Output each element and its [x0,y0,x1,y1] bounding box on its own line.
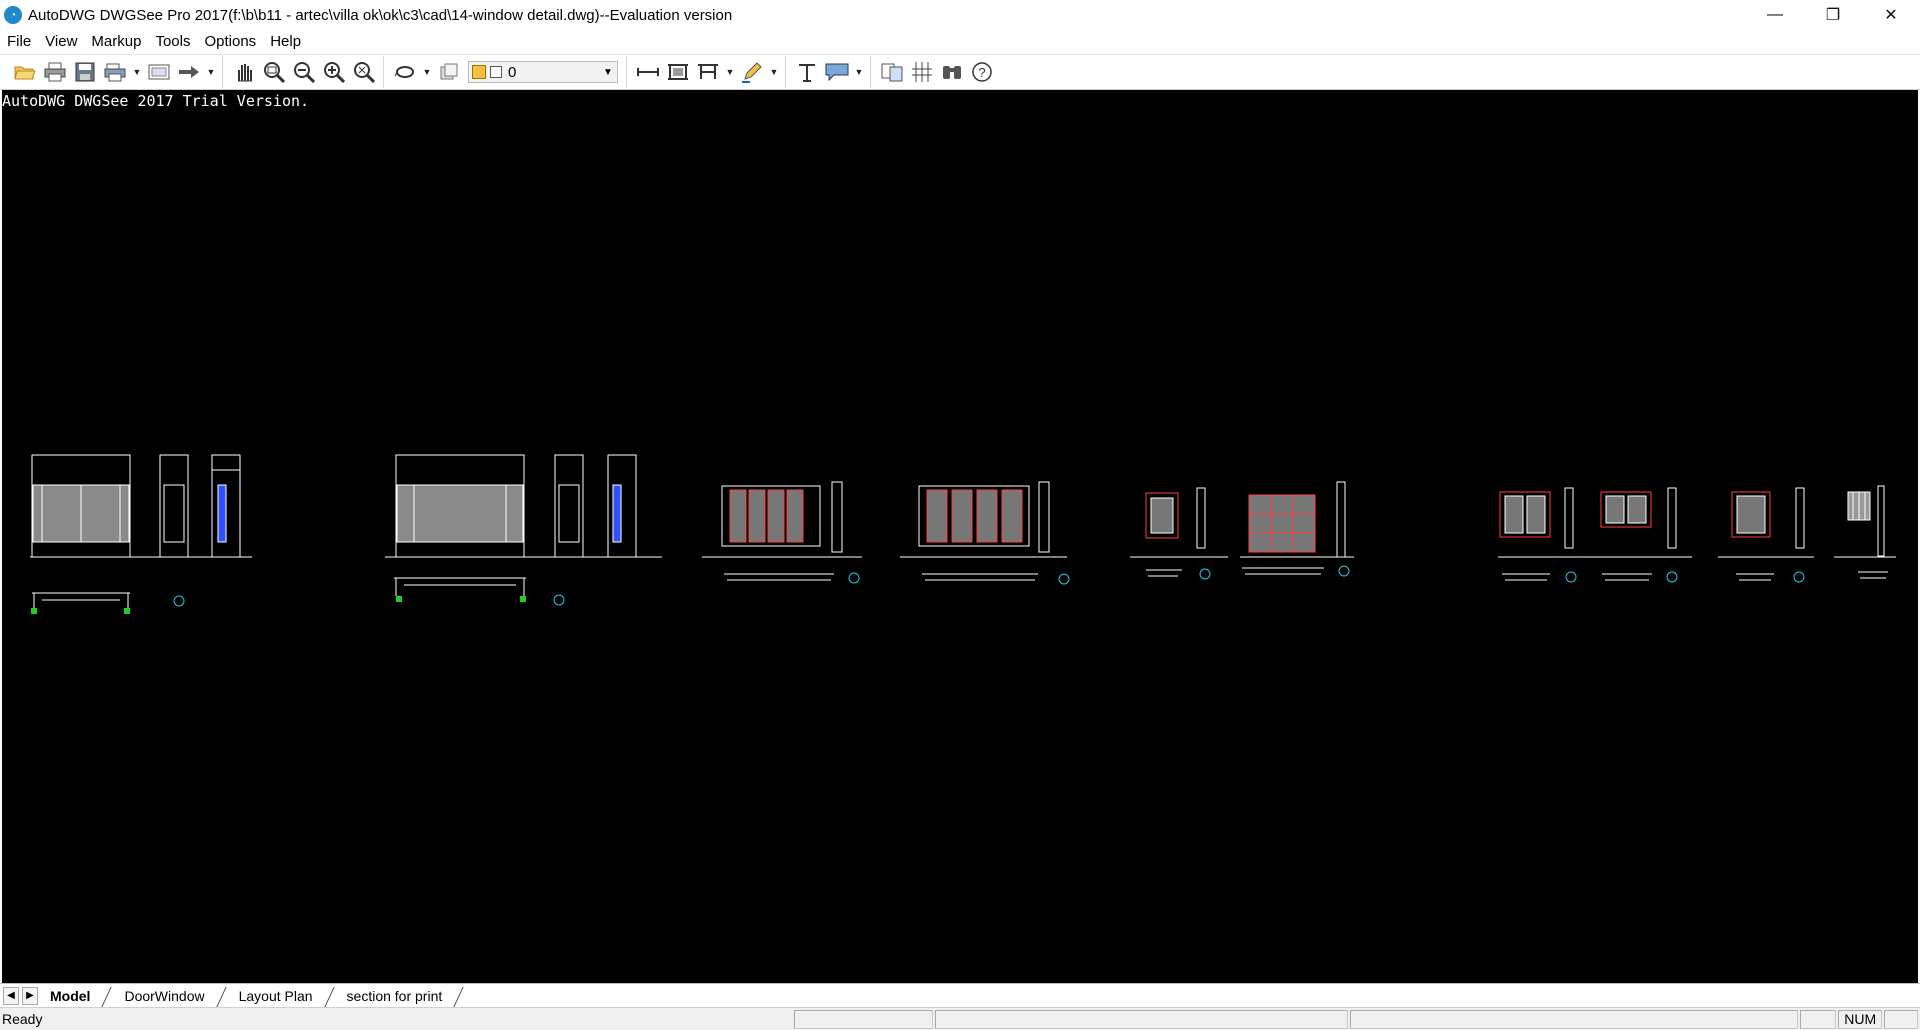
dwgsee-app-icon[interactable]: ◔ [4,6,22,24]
status-pane [1800,1009,1837,1029]
callout-icon[interactable] [822,57,852,87]
open-icon[interactable] [10,57,40,87]
window-controls: — ❐ ✕ [1746,0,1920,30]
export-icon[interactable] [174,57,204,87]
layer-select[interactable]: 0 ▼ [468,61,618,83]
status-pane [1884,1009,1919,1029]
markup-pen-icon[interactable] [737,57,767,87]
file-tool-group: ▼ ▼ [10,56,223,88]
callout-dropdown-icon[interactable]: ▼ [852,57,866,87]
batch-print-icon[interactable] [100,57,130,87]
batch-print-dropdown-icon[interactable]: ▼ [130,57,144,87]
menu-options[interactable]: Options [197,30,263,54]
drawing-canvas[interactable]: AutoDWG DWGSee 2017 Trial Version. [2,90,1918,983]
misc-tool-group: ? [877,56,1001,88]
help-icon[interactable]: ? [967,57,997,87]
tab-doorwindow[interactable]: DoorWindow [112,985,216,1007]
menu-markup[interactable]: Markup [84,30,148,54]
toolbar: ▼ ▼ ▼ 0 ▼ ▼ ▼ ▼ ? [0,54,1920,90]
menu-file[interactable]: File [0,30,38,54]
layer-icon[interactable] [434,57,464,87]
page-setup-icon[interactable] [144,57,174,87]
hatch-icon[interactable] [907,57,937,87]
close-button[interactable]: ✕ [1862,0,1920,30]
status-bar: Ready NUM [0,1007,1920,1030]
layer-tool-group: ▼ 0 ▼ [390,56,627,88]
tab-model[interactable]: Model [38,985,102,1007]
num-lock-indicator: NUM [1838,1009,1883,1029]
export-dropdown-icon[interactable]: ▼ [204,57,218,87]
layer-value: 0 [508,63,517,81]
window-detail-3 [702,481,862,584]
status-pane [935,1009,1348,1029]
zoom-out-icon[interactable] [289,57,319,87]
tab-separator [217,985,227,1007]
window-detail-8 [1718,487,1814,583]
menu-view[interactable]: View [38,30,84,54]
tab-next-button[interactable]: ▶ [22,986,38,1005]
window-detail-4 [900,481,1070,585]
annotate-tool-group: ▼ [792,56,871,88]
tab-prev-button[interactable]: ◀ [3,986,19,1005]
svg-text:?: ? [978,65,985,80]
status-text: Ready [2,1011,43,1027]
print-icon[interactable] [40,57,70,87]
tab-separator [325,985,335,1007]
window-detail-6 [1240,481,1354,577]
cad-drawing [30,454,1896,614]
measure-area-icon[interactable] [663,57,693,87]
menu-bar: File View Markup Tools Options Help [0,30,1920,54]
menu-help[interactable]: Help [263,30,308,54]
minimize-button[interactable]: — [1746,0,1804,30]
window-detail-7 [1498,487,1692,583]
find-icon[interactable] [937,57,967,87]
window-detail-1 [30,454,252,614]
text-icon[interactable] [792,57,822,87]
measure-tool-group: ▼ ▼ [633,56,786,88]
chevron-down-icon[interactable]: ▼ [599,67,617,78]
layer-manager-dropdown-icon[interactable]: ▼ [420,57,434,87]
markup-pen-dropdown-icon[interactable]: ▼ [767,57,781,87]
measure-dropdown-icon[interactable]: ▼ [723,57,737,87]
window-title: AutoDWG DWGSee Pro 2017(f:\b\b11 - artec… [28,6,733,24]
status-pane [1349,1009,1799,1029]
status-pane [793,1009,934,1029]
pan-icon[interactable] [229,57,259,87]
zoom-in-icon[interactable] [319,57,349,87]
tab-separator [454,985,464,1007]
save-icon[interactable] [70,57,100,87]
layer-state-icon [472,65,486,79]
measure-align-icon[interactable] [693,57,723,87]
zoom-extents-icon[interactable] [349,57,379,87]
tab-section-for-print[interactable]: section for print [335,985,455,1007]
window-detail-9 [1834,485,1896,579]
layout-tab-bar: ◀ ▶ Model DoorWindow Layout Plan section… [0,983,1920,1007]
window-detail-2 [385,454,662,606]
restore-button[interactable]: ❐ [1804,0,1862,30]
compare-icon[interactable] [877,57,907,87]
layer-color-swatch [490,66,502,78]
title-bar: ◔ AutoDWG DWGSee Pro 2017(f:\b\b11 - art… [0,0,1920,30]
tab-layout-plan[interactable]: Layout Plan [227,985,325,1007]
measure-distance-icon[interactable] [633,57,663,87]
tab-separator [102,985,112,1007]
layer-manager-icon[interactable] [390,57,420,87]
view-tool-group [229,56,384,88]
window-detail-5 [1130,487,1228,580]
menu-tools[interactable]: Tools [148,30,197,54]
zoom-window-icon[interactable] [259,57,289,87]
